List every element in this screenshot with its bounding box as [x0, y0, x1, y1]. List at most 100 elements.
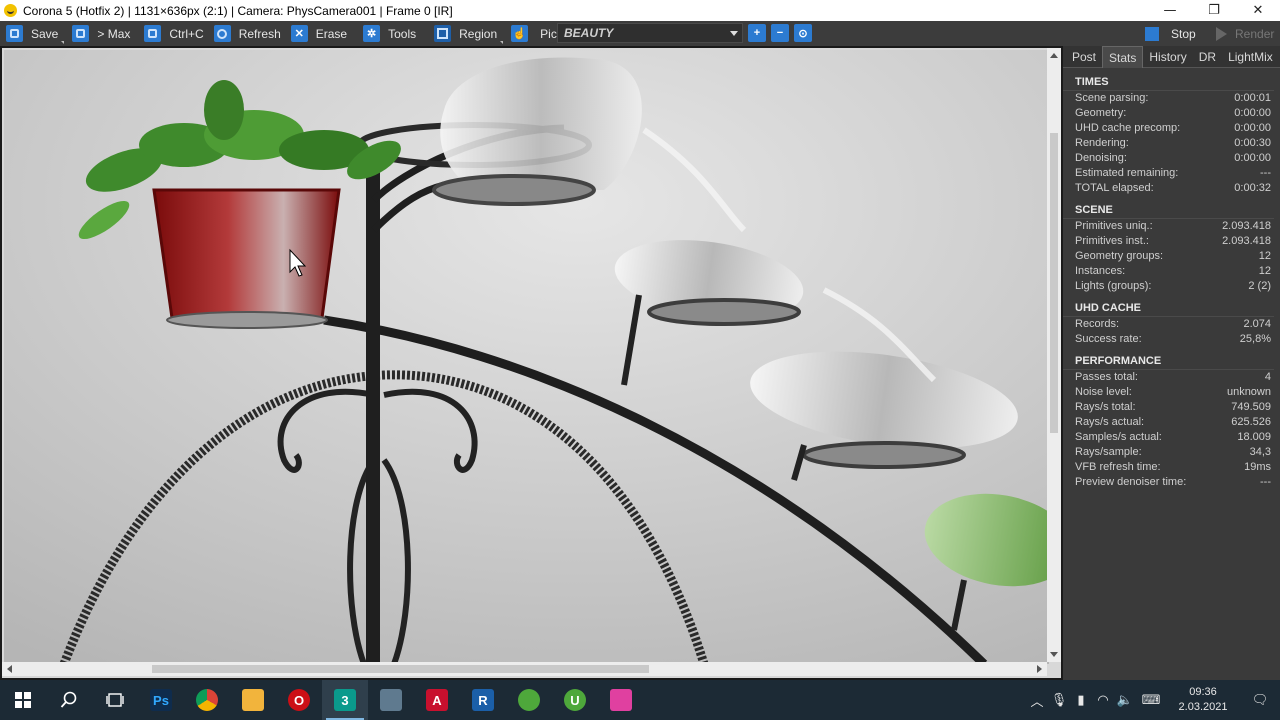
- stats-body: TIMES Scene parsing: 0:00:01 Geometry: 0:00:…: [1063, 68, 1280, 490]
- search-icon: [60, 691, 77, 708]
- taskbar-app-revit[interactable]: R: [460, 680, 506, 720]
- tab-lightmix[interactable]: LightMix: [1222, 46, 1279, 68]
- keyboard-icon[interactable]: ⌨: [1136, 680, 1166, 720]
- horizontal-scrollbar[interactable]: [2, 662, 1047, 676]
- stat-label: VFB refresh time:: [1075, 461, 1161, 473]
- stat-value: 0:00:32: [1234, 182, 1271, 194]
- scroll-down-icon[interactable]: [1050, 652, 1058, 657]
- chrome-icon: [196, 689, 218, 711]
- gear-icon: ✲: [363, 25, 381, 42]
- start-button[interactable]: [0, 680, 46, 720]
- refresh-button[interactable]: Refresh: [212, 23, 287, 45]
- render-viewport[interactable]: [0, 46, 1063, 680]
- taskbar-app-image-viewer[interactable]: [368, 680, 414, 720]
- taskbar-app-utorrent[interactable]: [506, 680, 552, 720]
- render-button[interactable]: Render: [1216, 23, 1274, 44]
- zoom-in-button[interactable]: +: [748, 24, 766, 42]
- taskbar-app-utorrent-web[interactable]: U: [552, 680, 598, 720]
- taskbar-app-photoshop[interactable]: Ps: [138, 680, 184, 720]
- stat-label: Scene parsing:: [1075, 92, 1149, 104]
- close-button[interactable]: ✕: [1236, 0, 1280, 21]
- stat-row: Denoising: 0:00:00: [1063, 151, 1280, 166]
- region-button[interactable]: Region: [432, 23, 504, 45]
- taskbar-app-chrome[interactable]: [184, 680, 230, 720]
- vertical-scrollbar[interactable]: [1047, 48, 1061, 662]
- tools-button[interactable]: ✲ Tools: [361, 23, 422, 45]
- stat-label: Success rate:: [1075, 333, 1142, 345]
- taskbar-app-opera[interactable]: O: [276, 680, 322, 720]
- panel-tabs: Post Stats History DR LightMix: [1063, 46, 1280, 68]
- erase-button[interactable]: ✕ Erase: [289, 23, 353, 45]
- microphone-icon[interactable]: 🎙: [1048, 680, 1070, 720]
- stat-label: Estimated remaining:: [1075, 167, 1179, 179]
- tab-post[interactable]: Post: [1066, 46, 1102, 68]
- side-panel: Post Stats History DR LightMix TIMES Scen…: [1063, 46, 1280, 680]
- taskbar-app-3ds-max[interactable]: 3: [322, 680, 368, 720]
- taskbar-app-color-picker[interactable]: [598, 680, 644, 720]
- tab-stats[interactable]: Stats: [1102, 46, 1144, 68]
- window-title: Corona 5 (Hotfix 2) | 1131×636px (2:1) |…: [23, 3, 453, 18]
- minimize-button[interactable]: —: [1148, 0, 1192, 21]
- stat-value: 0:00:00: [1234, 107, 1271, 119]
- stat-value: ---: [1260, 167, 1271, 179]
- restore-button[interactable]: ❐: [1192, 0, 1236, 21]
- stat-label: Preview denoiser time:: [1075, 476, 1187, 488]
- save-dropdown-caret[interactable]: [61, 40, 65, 44]
- vertical-scroll-thumb[interactable]: [1050, 133, 1058, 433]
- chevron-up-icon[interactable]: ︿: [1026, 680, 1048, 720]
- stat-label: Denoising:: [1075, 152, 1127, 164]
- glass-saucer-1: [432, 174, 596, 206]
- stat-value: 12: [1258, 250, 1271, 262]
- stat-label: UHD cache precomp:: [1075, 122, 1181, 134]
- image-viewer-icon: [380, 689, 402, 711]
- stop-label: Stop: [1171, 26, 1196, 41]
- wifi-icon[interactable]: ◠: [1092, 680, 1114, 720]
- stat-row: Primitives inst.: 2.093.418: [1063, 234, 1280, 249]
- speaker-icon[interactable]: 🔈: [1114, 680, 1136, 720]
- stat-row: VFB refresh time: 19ms: [1063, 460, 1280, 475]
- clock[interactable]: 09:36 2.03.2021: [1166, 685, 1240, 715]
- stat-value: 25,8%: [1239, 333, 1271, 345]
- horizontal-scroll-thumb[interactable]: [152, 665, 649, 673]
- task-view-button[interactable]: [92, 680, 138, 720]
- stat-row: UHD cache precomp: 0:00:00: [1063, 121, 1280, 136]
- notifications-icon[interactable]: 🗨: [1240, 680, 1280, 720]
- section-title-performance: PERFORMANCE: [1063, 347, 1274, 370]
- region-label: Region: [459, 26, 498, 41]
- center-pole: [366, 170, 380, 664]
- save-button[interactable]: Save: [4, 23, 65, 45]
- to-max-button[interactable]: > Max: [70, 23, 136, 45]
- taskbar-app-autocad[interactable]: A: [414, 680, 460, 720]
- region-dropdown-caret[interactable]: [500, 40, 504, 44]
- scroll-up-icon[interactable]: [1050, 53, 1058, 58]
- stat-value: 749.509: [1231, 401, 1271, 413]
- stat-label: Primitives inst.:: [1075, 235, 1149, 247]
- stat-value: 2.093.418: [1222, 220, 1271, 232]
- copy-icon: [144, 25, 162, 42]
- battery-icon[interactable]: ▮: [1070, 680, 1092, 720]
- search-button[interactable]: [46, 680, 92, 720]
- tab-history[interactable]: History: [1143, 46, 1192, 68]
- 3ds-max-icon: 3: [334, 689, 356, 711]
- scroll-left-icon[interactable]: [7, 665, 12, 673]
- render-element-value: BEAUTY: [564, 26, 614, 40]
- stat-value: 625.526: [1231, 416, 1271, 428]
- zoom-fit-button[interactable]: ⊙: [794, 24, 812, 42]
- stat-value: 0:00:00: [1234, 152, 1271, 164]
- file-explorer-icon: [242, 689, 264, 711]
- pot-saucer: [166, 311, 328, 329]
- erase-label: Erase: [315, 26, 348, 41]
- render-element-select[interactable]: BEAUTY: [557, 23, 743, 43]
- stat-row: Instances: 12: [1063, 264, 1280, 279]
- taskbar-app-file-explorer[interactable]: [230, 680, 276, 720]
- tab-dr[interactable]: DR: [1193, 46, 1222, 68]
- copy-button[interactable]: Ctrl+C: [142, 23, 209, 45]
- scroll-right-icon[interactable]: [1037, 665, 1042, 673]
- stat-row: TOTAL elapsed: 0:00:32: [1063, 181, 1280, 196]
- stop-button[interactable]: Stop: [1145, 23, 1196, 44]
- windows-logo-icon: [15, 692, 31, 708]
- zoom-out-button[interactable]: −: [771, 24, 789, 42]
- color-picker-icon: [610, 689, 632, 711]
- stat-label: Lights (groups):: [1075, 280, 1152, 292]
- stat-label: Geometry groups:: [1075, 250, 1164, 262]
